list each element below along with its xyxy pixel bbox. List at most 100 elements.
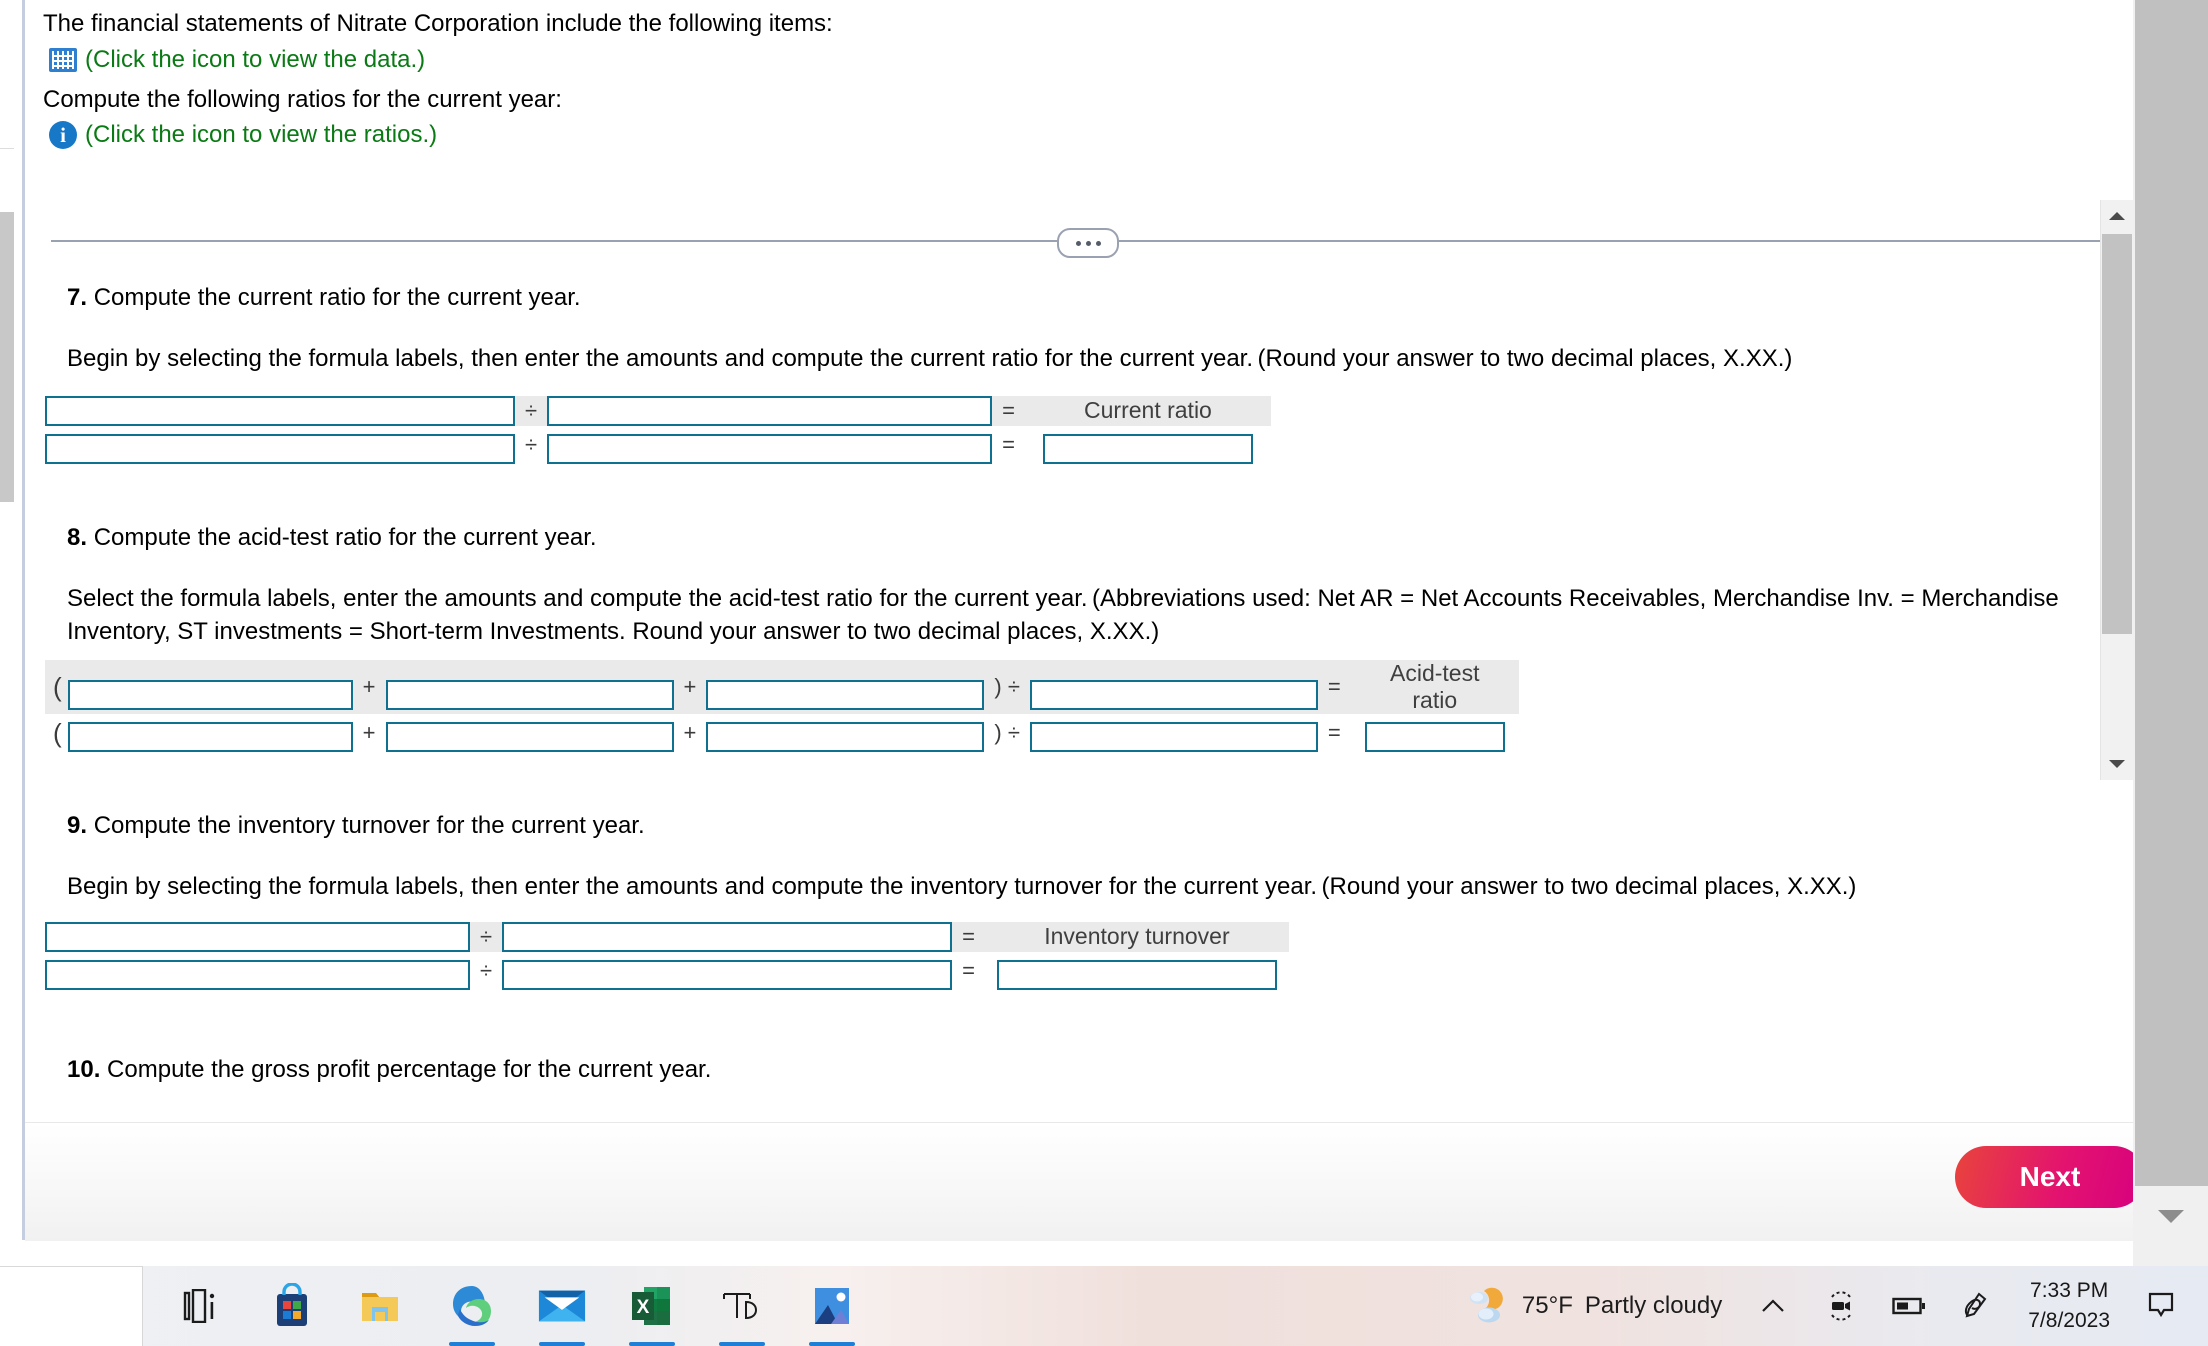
thesaurus-active-indicator bbox=[719, 1342, 765, 1346]
scroll-up-arrow[interactable] bbox=[2101, 200, 2133, 232]
q8-formula-label-row: ( + + ) ÷ = Acid-test ratio bbox=[45, 660, 1519, 715]
q7-numerator-label-input[interactable] bbox=[45, 396, 515, 426]
q8-result-cell bbox=[1351, 714, 1519, 753]
weather-condition: Partly cloudy bbox=[1584, 1292, 1723, 1319]
q8-formula-amount-row: ( + + ) ÷ = bbox=[45, 714, 1519, 753]
q8-term3-amount-input[interactable] bbox=[706, 722, 985, 753]
q9-numerator-amount-input[interactable] bbox=[45, 960, 470, 990]
question-8-title: 8. Compute the acid-test ratio for the c… bbox=[67, 524, 597, 552]
scroll-down-arrow[interactable] bbox=[2101, 748, 2133, 780]
excel-icon[interactable]: X bbox=[627, 1275, 677, 1346]
webcam-icon[interactable] bbox=[1824, 1289, 1858, 1323]
page-scroll-thumb[interactable] bbox=[2135, 0, 2208, 1186]
q7-formula-label-row: ÷ = Current ratio bbox=[45, 396, 1271, 426]
intro-block: The financial statements of Nitrate Corp… bbox=[43, 8, 2083, 159]
show-hidden-icons-chevron[interactable] bbox=[1756, 1289, 1790, 1323]
q7-current-ratio-result-input[interactable] bbox=[1042, 434, 1253, 464]
battery-icon[interactable] bbox=[1892, 1289, 1926, 1323]
q9-denominator-label-input[interactable] bbox=[502, 922, 953, 952]
q8-denominator-label-input[interactable] bbox=[1029, 680, 1318, 711]
photos-glyph bbox=[815, 1288, 849, 1324]
q8-term1-label-input[interactable] bbox=[67, 680, 353, 711]
page-scroll-down-arrow[interactable] bbox=[2133, 1186, 2208, 1246]
q9-desc-black: Begin by selecting the formula labels, t… bbox=[67, 873, 1318, 900]
q8-term2-amount-cell bbox=[385, 714, 674, 753]
intro-statement: The financial statements of Nitrate Corp… bbox=[43, 10, 833, 37]
q8-result-label-line1: Acid-test bbox=[1390, 660, 1480, 686]
file-explorer-icon[interactable] bbox=[357, 1275, 407, 1337]
chevron-up-icon bbox=[1762, 1299, 1785, 1312]
q8-term3-amount-cell bbox=[706, 714, 985, 753]
q8-plus-2: + bbox=[683, 674, 697, 700]
grid-table-icon[interactable] bbox=[49, 47, 77, 72]
microsoft-edge-icon[interactable] bbox=[447, 1275, 497, 1346]
q8-term2-label-input[interactable] bbox=[385, 680, 674, 711]
view-ratios-link[interactable]: (Click the icon to view the ratios.) bbox=[85, 121, 437, 149]
q9-denominator-amount-input[interactable] bbox=[502, 960, 953, 990]
battery-glyph bbox=[1892, 1297, 1926, 1315]
q8-term1-label-cell bbox=[67, 660, 353, 714]
photos-icon[interactable] bbox=[807, 1275, 857, 1346]
q7-title-text: Compute the current ratio for the curren… bbox=[93, 284, 581, 311]
question-7-title: 7. Compute the current ratio for the cur… bbox=[67, 284, 581, 312]
more-options-dots-button[interactable] bbox=[1057, 228, 1119, 258]
clock-date: 7/8/2023 bbox=[2028, 1309, 2110, 1332]
info-circle-icon[interactable]: i bbox=[49, 121, 77, 150]
q7-equals-operator-2: = bbox=[1002, 432, 1015, 457]
ratios-icon-row[interactable]: i (Click the icon to view the ratios.) bbox=[43, 121, 2083, 150]
q8-term1-amount-input[interactable] bbox=[67, 722, 353, 753]
mail-icon[interactable] bbox=[537, 1275, 587, 1346]
q8-open-paren-1: ( bbox=[53, 671, 62, 702]
taskbar-left-panel bbox=[0, 1265, 143, 1346]
taskbar-clock[interactable]: 7:33 PM 7/8/2023 bbox=[2028, 1276, 2110, 1336]
thesaurus-icon[interactable] bbox=[717, 1275, 767, 1346]
q8-plus-1: + bbox=[362, 674, 376, 700]
q8-open-paren-2: ( bbox=[53, 717, 62, 748]
question-9-formula-table: ÷ = Inventory turnover ÷ = bbox=[45, 922, 1289, 990]
q9-result-cell bbox=[985, 952, 1289, 990]
folder-glyph bbox=[362, 1293, 398, 1321]
q8-result-label-line2: ratio bbox=[1412, 687, 1458, 714]
q10-title-text: Compute the gross profit percentage for … bbox=[107, 1056, 712, 1083]
q9-numerator-label-input[interactable] bbox=[45, 922, 470, 952]
q8-result-label: Acid-test ratio bbox=[1351, 660, 1519, 714]
q8-desc-black: Select the formula labels, enter the amo… bbox=[67, 585, 1088, 612]
q7-denominator-label-cell bbox=[547, 396, 993, 426]
microsoft-store-icon[interactable] bbox=[267, 1275, 317, 1337]
q7-denominator-amount-input[interactable] bbox=[547, 434, 993, 464]
taskbar-app-icons: X bbox=[143, 1275, 857, 1346]
q8-term2-label-cell bbox=[385, 660, 674, 714]
q9-inventory-turnover-result-input[interactable] bbox=[996, 960, 1277, 990]
q8-acid-test-ratio-result-input[interactable] bbox=[1364, 722, 1505, 753]
q9-equals-operator-1: = bbox=[962, 924, 975, 949]
q8-close-paren-divide-1: ) ÷ bbox=[994, 674, 1020, 700]
task-view-icon[interactable] bbox=[177, 1275, 227, 1337]
taskbar-system-tray: 75°F Partly cloudy 7:33 PM 7/8/2023 bbox=[1466, 1276, 2208, 1336]
q8-title-text: Compute the acid-test ratio for the curr… bbox=[93, 524, 597, 551]
view-data-link[interactable]: (Click the icon to view the data.) bbox=[85, 46, 425, 74]
left-edge-scrollbar[interactable] bbox=[0, 0, 14, 1240]
q7-numerator-amount-input[interactable] bbox=[45, 434, 515, 464]
weather-widget[interactable]: 75°F Partly cloudy bbox=[1466, 1286, 1722, 1326]
dot-3 bbox=[1095, 240, 1101, 246]
q7-divide-operator-1: ÷ bbox=[525, 398, 538, 423]
pen-icon[interactable] bbox=[1960, 1289, 1994, 1323]
question-pane-scrollbar[interactable] bbox=[2100, 200, 2133, 780]
question-pane-scroll-thumb[interactable] bbox=[2102, 234, 2132, 634]
q9-divide-operator-2: ÷ bbox=[480, 958, 493, 983]
edge-active-indicator bbox=[449, 1342, 495, 1346]
q7-denominator-label-input[interactable] bbox=[547, 396, 993, 426]
page-scrollbar[interactable] bbox=[2133, 0, 2208, 1266]
q9-divide-operator-1: ÷ bbox=[480, 924, 493, 949]
q8-term3-label-input[interactable] bbox=[706, 680, 985, 711]
next-button[interactable]: Next bbox=[1955, 1146, 2145, 1208]
q8-term2-amount-input[interactable] bbox=[385, 722, 674, 753]
notification-bell-icon[interactable] bbox=[2144, 1289, 2178, 1323]
data-icon-row[interactable]: (Click the icon to view the data.) bbox=[43, 46, 2083, 74]
compute-prompt: Compute the following ratios for the cur… bbox=[43, 85, 562, 113]
screen-root: The financial statements of Nitrate Corp… bbox=[0, 0, 2208, 1346]
left-scroll-thumb[interactable] bbox=[0, 212, 14, 502]
q8-denominator-amount-input[interactable] bbox=[1029, 722, 1318, 753]
q7-result-label: Current ratio bbox=[1084, 397, 1212, 424]
notification-glyph bbox=[2148, 1292, 2174, 1318]
